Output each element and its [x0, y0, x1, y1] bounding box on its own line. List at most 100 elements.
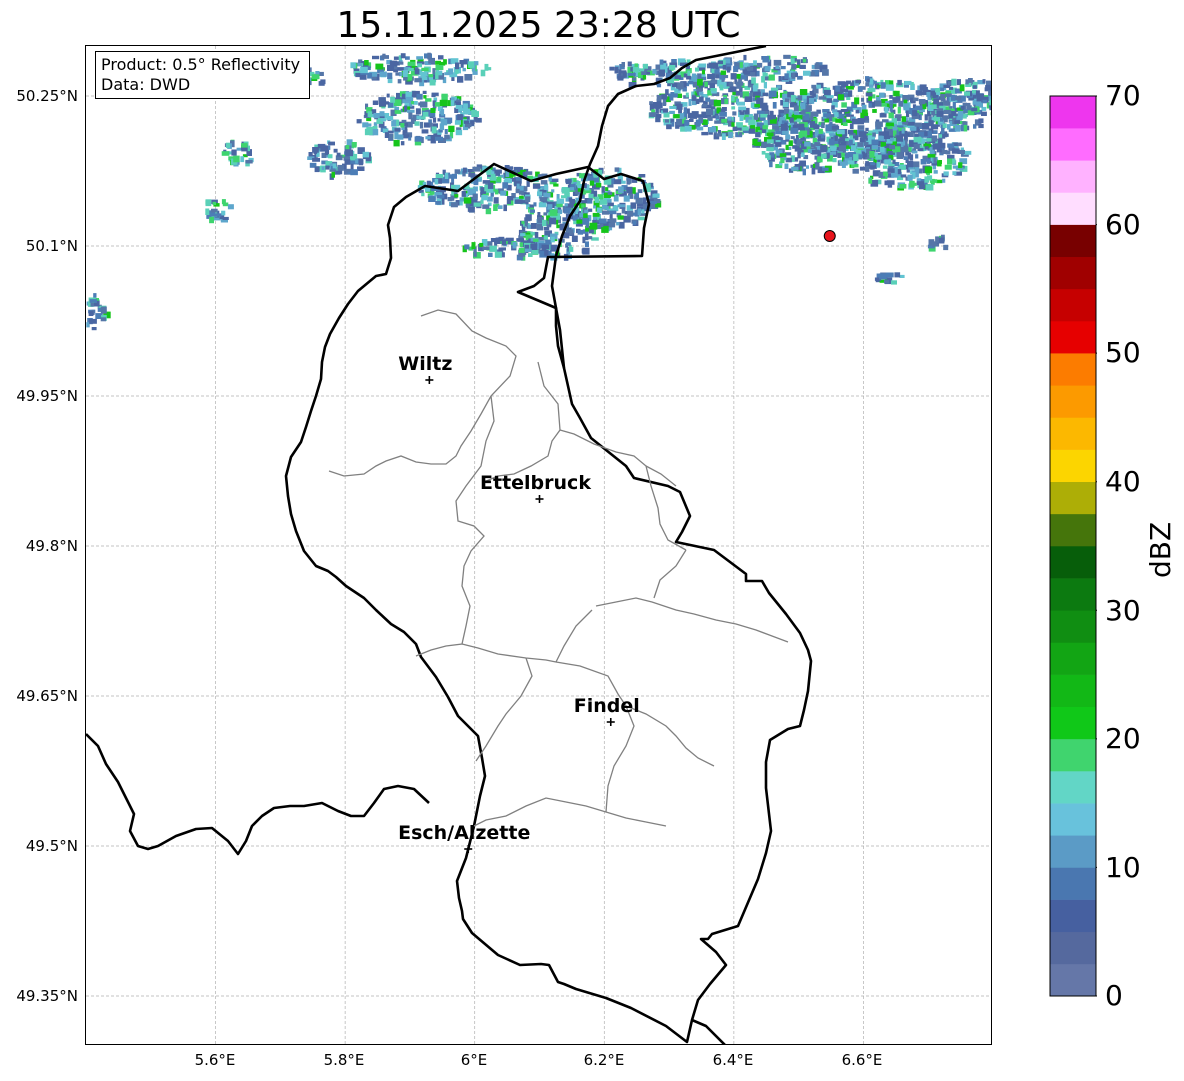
radar-pixel [729, 86, 737, 93]
radar-pixel [790, 58, 795, 65]
radar-pixel [707, 116, 713, 121]
radar-pixel [874, 100, 882, 107]
radar-pixel [454, 120, 461, 125]
colorbar-segment [1050, 771, 1096, 804]
radar-pixel [662, 99, 667, 106]
radar-pixel [790, 127, 799, 134]
radar-pixel [543, 212, 548, 216]
radar-pixel [705, 97, 711, 102]
radar-pixel [861, 97, 865, 102]
radar-pixel [964, 109, 968, 114]
radar-pixel [865, 165, 870, 172]
radar-pixel [936, 111, 944, 117]
radar-pixel [797, 59, 801, 66]
radar-pixel [472, 166, 481, 172]
radar-pixel [547, 204, 553, 210]
radar-pixel [393, 139, 400, 147]
radar-pixel [506, 198, 511, 204]
district-boundaries [328, 309, 789, 827]
radar-pixel [561, 195, 568, 199]
map-title: 15.11.2025 23:28 UTC [336, 5, 741, 46]
radar-pixel [913, 143, 920, 150]
radar-pixel [763, 81, 767, 89]
radar-pixel [942, 123, 947, 128]
radar-pixel [336, 152, 341, 157]
radar-pixel [991, 106, 992, 110]
radar-pixel [820, 145, 828, 152]
radar-pixel [364, 128, 373, 136]
colorbar-segment [1050, 706, 1096, 740]
radar-pixel [876, 124, 882, 130]
radar-pixel [780, 157, 785, 164]
radar-pixel [706, 108, 714, 115]
radar-pixel [541, 244, 550, 250]
radar-pixel [656, 83, 662, 88]
radar-pixel [985, 84, 991, 91]
radar-pixel [713, 62, 719, 69]
radar-pixel [767, 155, 771, 160]
radar-pixel [792, 124, 798, 128]
radar-pixel [403, 70, 409, 77]
colorbar-segment [1050, 738, 1096, 772]
radar-pixel [314, 166, 320, 173]
radar-pixel [836, 129, 845, 135]
colorbar-segment [1050, 803, 1096, 836]
radar-pixel [422, 90, 427, 94]
radar-pixel [738, 132, 743, 136]
radar-pixel [534, 232, 539, 239]
colorbar-segment [1050, 835, 1096, 868]
radar-pixel [883, 155, 889, 160]
colorbar-segment [1050, 963, 1096, 997]
radar-pixel [429, 122, 433, 127]
radar-pixel [911, 150, 918, 154]
map-canvas[interactable]: Wiltz Ettelbruck Findel Esch/Alzette [86, 46, 992, 1045]
radar-pixel [581, 204, 585, 208]
radar-pixel [888, 112, 894, 119]
radar-pixel [533, 238, 539, 242]
radar-pixel [947, 158, 953, 165]
radar-pixel [796, 118, 801, 123]
radar-pixel [431, 126, 437, 134]
radar-pixel [430, 108, 436, 113]
radar-pixel [824, 118, 829, 123]
radar-pixel [364, 60, 369, 66]
radar-pixel [463, 103, 468, 110]
city-label: Ettelbruck [480, 472, 591, 494]
radar-pixel [387, 72, 393, 79]
radar-pixel [245, 159, 253, 164]
radar-pixel [896, 152, 904, 159]
radar-pixel [564, 203, 568, 207]
radar-pixel [761, 76, 765, 83]
radar-pixel [914, 122, 922, 127]
radar-pixel [598, 218, 607, 224]
radar-pixel [896, 135, 904, 142]
radar-pixel [748, 128, 756, 134]
radar-pixel [852, 168, 859, 174]
radar-pixel [857, 142, 864, 147]
radar-pixel [417, 63, 422, 68]
radar-pixel [775, 142, 782, 147]
radar-pixel [851, 164, 859, 168]
radar-pixel [435, 201, 441, 205]
lon-tick: 6°E [460, 1051, 488, 1069]
map-panel[interactable]: Wiltz Ettelbruck Findel Esch/Alzette [85, 45, 992, 1045]
radar-pixel [903, 145, 909, 153]
colorbar-segment [1050, 899, 1096, 933]
radar-pixel [740, 75, 747, 80]
radar-pixel [701, 131, 709, 136]
radar-pixel [463, 197, 472, 204]
radar-pixel [455, 69, 459, 74]
radar-pixel [862, 109, 868, 116]
radar-pixel [435, 174, 444, 179]
radar-pixel [482, 204, 490, 209]
radar-pixel [879, 113, 887, 118]
radar-pixel [582, 247, 590, 255]
radar-pixel [443, 59, 447, 65]
radar-pixel [421, 129, 429, 134]
radar-pixel [920, 159, 927, 165]
radar-pixel [756, 62, 763, 68]
radar-pixel [784, 163, 789, 169]
radar-pixel [882, 165, 888, 169]
radar-pixel [473, 61, 479, 66]
radar-pixel [780, 66, 786, 70]
